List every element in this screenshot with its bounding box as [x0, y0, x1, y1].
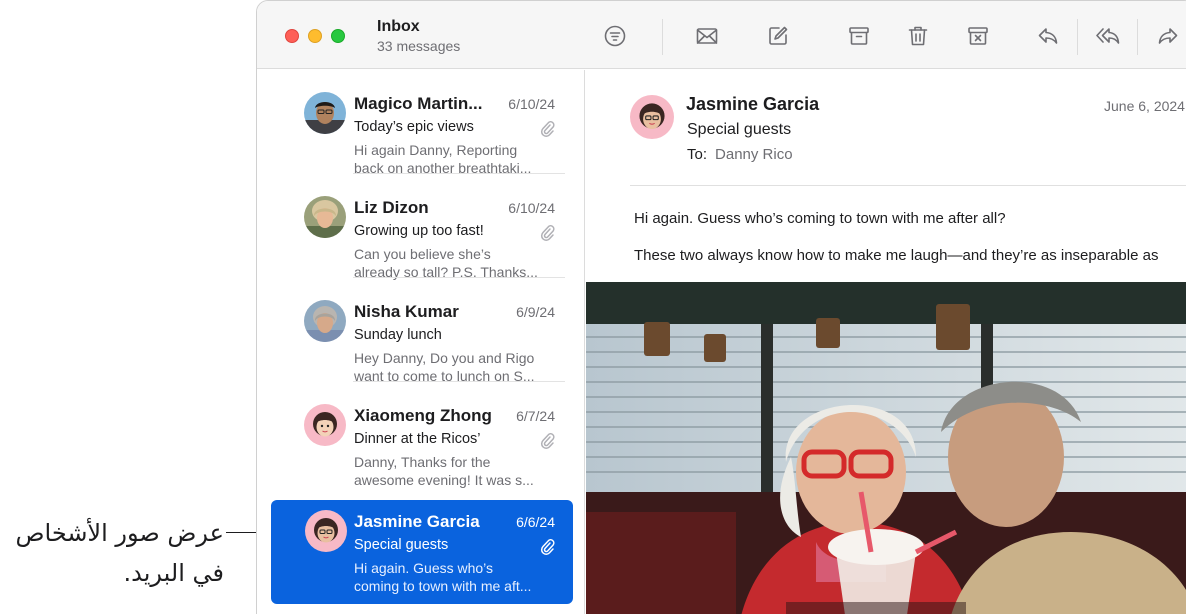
reading-sender: Jasmine Garcia [686, 94, 820, 114]
message-subject: Dinner at the Ricos’ [354, 431, 481, 447]
message-list: Magico Martin... 6/10/24 Today’s epic vi… [257, 70, 585, 614]
message-preview-line: coming to town with me aft... [354, 578, 532, 594]
archive-button[interactable] [844, 21, 874, 51]
message-sender: Jasmine Garcia [354, 512, 480, 531]
mail-window: Inbox 33 messages Magico Martin... 6/10/… [256, 0, 1186, 614]
message-item[interactable]: Nisha Kumar 6/9/24 Sunday lunch Hey Dann… [271, 278, 573, 385]
header-divider [630, 185, 1186, 186]
toolbar-separator [662, 19, 663, 55]
attachment-icon [539, 537, 555, 555]
message-item[interactable]: Xiaomeng Zhong 6/7/24 Dinner at the Rico… [271, 382, 573, 489]
to-label: To: [687, 146, 708, 163]
message-preview: Danny, Thanks for the awesome evening! I… [354, 453, 559, 489]
reading-recipients: To: Danny Rico [687, 146, 793, 163]
message-preview: Hey Danny, Do you and Rigo want to come … [354, 349, 559, 385]
message-sender: Magico Martin... [354, 94, 483, 113]
archive-icon [849, 27, 869, 45]
callout: عرض صور الأشخاص في البريد. [0, 505, 306, 605]
message-subject: Special guests [354, 537, 449, 553]
message-date: 6/7/24 [516, 408, 555, 424]
message-sender: Liz Dizon [354, 198, 429, 217]
compose-icon [769, 26, 788, 45]
mailbox-title: Inbox [377, 18, 420, 35]
message-preview-line: Can you believe she’s [354, 246, 491, 262]
message-preview-line: Hi again. Guess who’s [354, 560, 494, 576]
junk-icon [968, 27, 988, 45]
mailbox-title-block: Inbox 33 messages [377, 18, 460, 54]
reply-button[interactable] [1033, 21, 1063, 51]
message-item-selected[interactable]: Jasmine Garcia 6/6/24 Special guests Hi … [271, 500, 573, 604]
avatar [304, 196, 346, 238]
callout-line-2: في البريد. [123, 559, 224, 587]
attachment-icon [539, 223, 555, 241]
reply-all-button[interactable] [1093, 21, 1123, 51]
message-preview-line: Hi again Danny, Reporting [354, 142, 518, 158]
message-subject: Sunday lunch [354, 327, 442, 343]
message-body-line: These two always know how to make me lau… [634, 247, 1159, 264]
reply-icon [1038, 28, 1058, 44]
recipient-name[interactable]: Danny Rico [715, 146, 793, 163]
forward-icon [1158, 28, 1178, 44]
message-preview: Hi again. Guess who’s coming to town wit… [354, 559, 559, 595]
message-subject: Today’s epic views [354, 119, 474, 135]
maximize-button[interactable] [331, 29, 345, 43]
message-item[interactable]: Liz Dizon 6/10/24 Growing up too fast! C… [271, 174, 573, 281]
message-preview-line: awesome evening! It was s... [354, 472, 534, 488]
message-preview-line: Danny, Thanks for the [354, 454, 491, 470]
reading-subject: Special guests [687, 121, 792, 138]
message-subject: Growing up too fast! [354, 223, 484, 239]
delete-button[interactable] [903, 21, 933, 51]
message-preview: Can you believe she’s already so tall? P… [354, 245, 559, 281]
avatar [304, 404, 346, 446]
message-date: 6/10/24 [508, 200, 555, 216]
message-count: 33 messages [377, 38, 461, 54]
reply-all-icon [1096, 28, 1120, 44]
message-preview-line: Hey Danny, Do you and Rigo [354, 350, 535, 366]
attachment-icon [539, 431, 555, 449]
sender-avatar [630, 95, 674, 139]
avatar [304, 300, 346, 342]
message-item[interactable]: Magico Martin... 6/10/24 Today’s epic vi… [271, 70, 573, 177]
traffic-lights [285, 29, 345, 43]
trash-icon [908, 26, 928, 46]
message-preview: Hi again Danny, Reporting back on anothe… [354, 141, 559, 177]
message-date: 6/9/24 [516, 304, 555, 320]
toolbar-separator [1077, 19, 1078, 55]
attachment-icon [539, 119, 555, 137]
get-mail-button[interactable] [692, 21, 722, 51]
reading-pane: Jasmine Garcia June 6, 2024 Special gues… [586, 70, 1186, 614]
toolbar: Inbox 33 messages [257, 1, 1186, 69]
avatar [304, 92, 346, 134]
compose-button[interactable] [763, 21, 793, 51]
minimize-button[interactable] [308, 29, 322, 43]
envelope-icon [696, 28, 718, 44]
junk-button[interactable] [963, 21, 993, 51]
attached-photo[interactable] [586, 282, 1186, 614]
message-sender: Xiaomeng Zhong [354, 406, 492, 425]
callout-line-1: عرض صور الأشخاص [15, 519, 225, 547]
avatar [305, 510, 347, 552]
filter-icon [604, 25, 626, 47]
reading-date: June 6, 2024 [1104, 98, 1185, 114]
message-date: 6/6/24 [516, 514, 555, 530]
callout-text: عرض صور الأشخاص في البريد. [0, 513, 225, 593]
message-sender: Nisha Kumar [354, 302, 459, 321]
message-body-line: Hi again. Guess who’s coming to town wit… [634, 210, 1006, 227]
message-date: 6/10/24 [508, 96, 555, 112]
close-button[interactable] [285, 29, 299, 43]
toolbar-separator [1137, 19, 1138, 55]
forward-button[interactable] [1153, 21, 1183, 51]
filter-button[interactable] [600, 21, 630, 51]
